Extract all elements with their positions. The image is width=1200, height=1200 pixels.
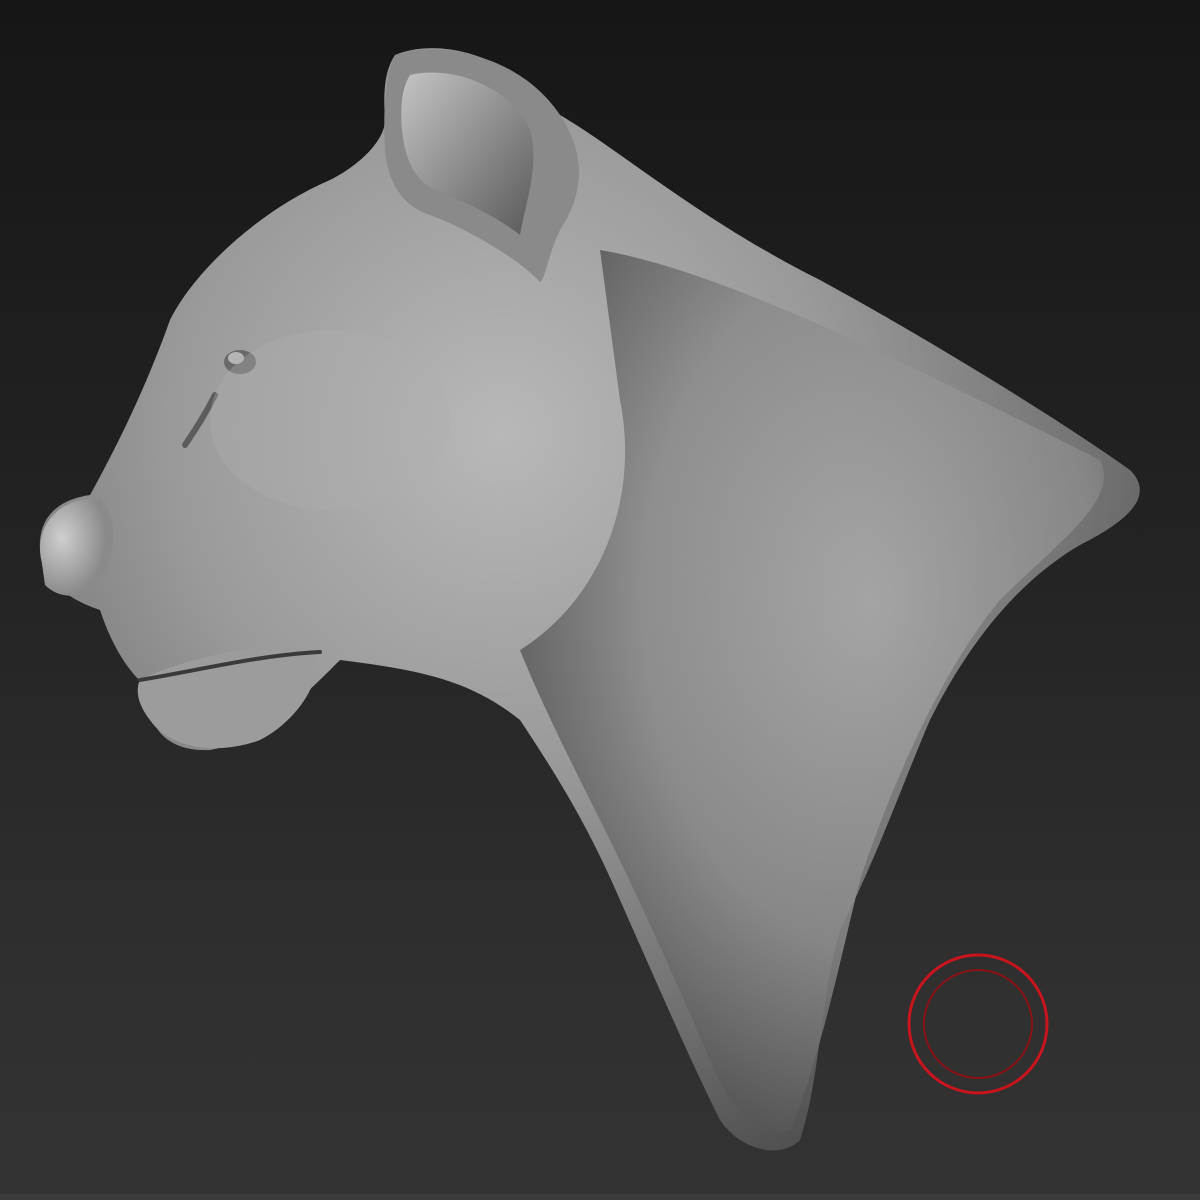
sculpting-viewport[interactable] [0, 0, 1200, 1200]
brush-cursor-icon [907, 953, 1049, 1095]
viewport-bottom-edge [0, 1194, 1200, 1200]
cheek-highlight [210, 330, 450, 510]
